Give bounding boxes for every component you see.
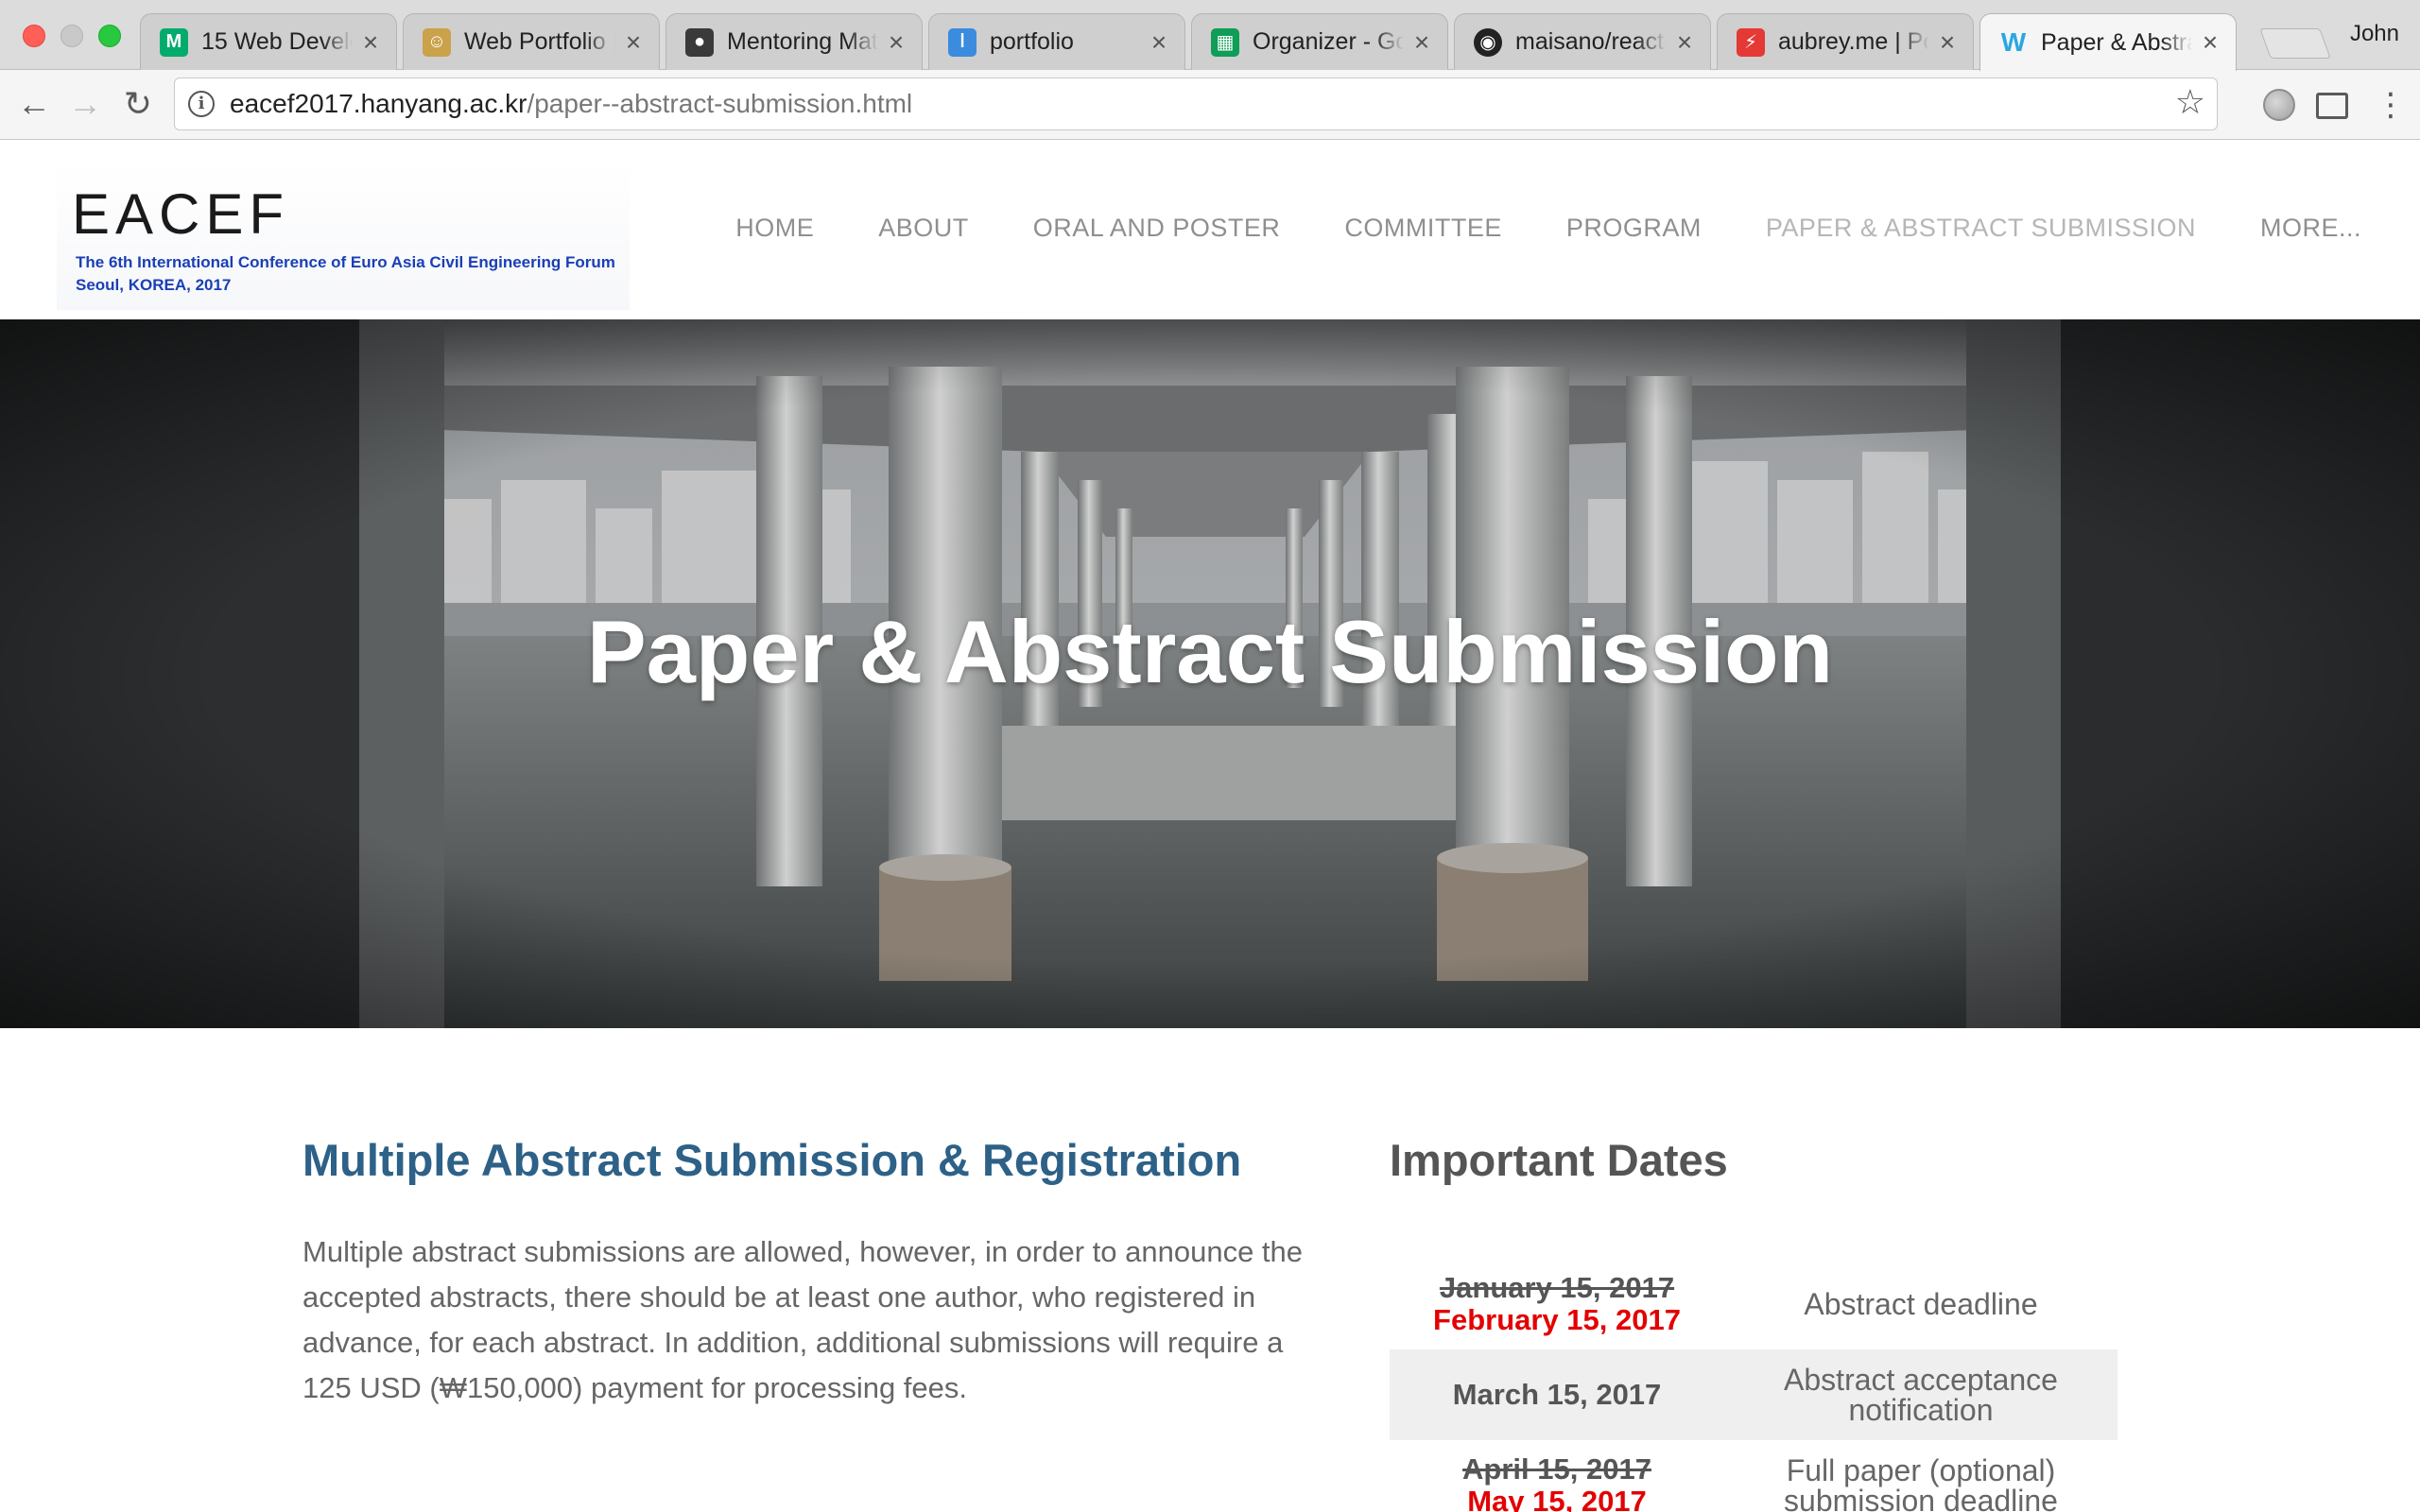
description-line: Abstract acceptance xyxy=(1784,1363,2058,1397)
description-line: notification xyxy=(1848,1393,1994,1427)
date-description: Full paper (optional) submission deadlin… xyxy=(1724,1455,2118,1512)
tab-title: portfolio xyxy=(990,28,1074,55)
tab-title: Web Portfolio | xyxy=(464,28,615,55)
logo-location: Seoul, KOREA, 2017 xyxy=(76,276,232,294)
close-tab-icon[interactable]: × xyxy=(884,27,908,58)
new-date: May 15, 2017 xyxy=(1467,1485,1647,1512)
date-description: Abstract acceptance notification xyxy=(1724,1365,2118,1425)
close-tab-icon[interactable]: × xyxy=(621,27,646,58)
dates-table: January 15, 2017 February 15, 2017 Abstr… xyxy=(1390,1259,2118,1512)
nav-paper-abstract-submission[interactable]: PAPER & ABSTRACT SUBMISSION xyxy=(1734,214,2228,243)
weebly-icon: W xyxy=(2000,27,2027,57)
site-header: EACEF The 6th International Conference o… xyxy=(0,140,2420,319)
close-tab-icon[interactable]: × xyxy=(1147,27,1171,58)
mentor-icon: ● xyxy=(685,27,714,57)
close-tab-icon[interactable]: × xyxy=(2198,27,2222,58)
tab-title: Organizer - Go xyxy=(1253,28,1404,55)
tab-title: maisano/react- xyxy=(1515,28,1667,55)
description-line: submission deadline xyxy=(1784,1484,2058,1512)
browser-tab[interactable]: M 15 Web Develo × xyxy=(140,13,397,70)
close-tab-icon[interactable]: × xyxy=(1409,27,1434,58)
new-date: February 15, 2017 xyxy=(1433,1303,1681,1336)
description-line: Abstract deadline xyxy=(1804,1287,2038,1321)
browser-tab[interactable]: ǀ portfolio × xyxy=(928,13,1185,70)
hero-title: Paper & Abstract Submission xyxy=(586,602,1834,701)
section-body: Multiple abstract submissions are allowe… xyxy=(302,1235,1304,1404)
nav-more[interactable]: MORE... xyxy=(2228,214,2361,243)
browser-tab[interactable]: ◉ maisano/react- × xyxy=(1454,13,1711,70)
nav-committee[interactable]: COMMITTEE xyxy=(1312,214,1534,243)
maximize-window-button[interactable] xyxy=(98,25,121,47)
important-dates-heading: Important Dates xyxy=(1390,1135,1728,1185)
sheets-icon: ▦ xyxy=(1211,27,1239,57)
tab-title: Paper & Abstra xyxy=(2041,28,2192,56)
close-tab-icon[interactable]: × xyxy=(1672,27,1697,58)
section-heading: Multiple Abstract Submission & Registrat… xyxy=(302,1135,1242,1185)
github-icon: ◉ xyxy=(1474,27,1502,57)
date-cell: March 15, 2017 xyxy=(1390,1379,1724,1411)
important-dates-section: Important Dates January 15, 2017 Februar… xyxy=(1390,1134,2118,1512)
main-nav: HOME ABOUT ORAL AND POSTER COMMITTEE PRO… xyxy=(703,214,2361,243)
submission-info-section: Multiple Abstract Submission & Registrat… xyxy=(302,1134,1333,1411)
info-icon[interactable]: i xyxy=(188,91,215,117)
reload-icon[interactable]: ↻ xyxy=(117,83,159,125)
old-date: January 15, 2017 xyxy=(1439,1271,1675,1304)
medium-icon: M xyxy=(160,27,188,57)
browser-tab[interactable]: ● Mentoring Mat × xyxy=(666,13,923,70)
logo-wordmark: EACEF xyxy=(72,182,290,246)
description-line: Full paper (optional) xyxy=(1786,1453,2056,1487)
browser-tab[interactable]: ▦ Organizer - Go × xyxy=(1191,13,1448,70)
hero-banner: Paper & Abstract Submission xyxy=(0,319,2420,1028)
browser-tab[interactable]: ⚡ aubrey.me | Po × xyxy=(1717,13,1974,70)
date-row: January 15, 2017 February 15, 2017 Abstr… xyxy=(1390,1259,2118,1349)
profile-name[interactable]: John xyxy=(2350,21,2399,47)
back-icon[interactable]: ← xyxy=(13,83,55,125)
address-bar[interactable]: i eacef2017.hanyang.ac.kr/paper--abstrac… xyxy=(174,77,2218,130)
nav-home[interactable]: HOME xyxy=(703,214,846,243)
tab-title: aubrey.me | Po xyxy=(1778,28,1929,55)
minimize-window-button[interactable] xyxy=(60,25,83,47)
close-tab-icon[interactable]: × xyxy=(358,27,383,58)
date-row: March 15, 2017 Abstract acceptance notif… xyxy=(1390,1349,2118,1440)
site-logo[interactable]: EACEF The 6th International Conference o… xyxy=(57,163,630,310)
old-date: April 15, 2017 xyxy=(1462,1452,1651,1486)
date-description: Abstract deadline xyxy=(1724,1289,2118,1319)
new-tab-button[interactable] xyxy=(2259,28,2331,59)
cast-icon[interactable] xyxy=(2316,93,2348,119)
nav-oral-and-poster[interactable]: ORAL AND POSTER xyxy=(1001,214,1313,243)
thermometer-icon: ǀ xyxy=(948,27,977,57)
date-row: April 15, 2017 May 15, 2017 Full paper (… xyxy=(1390,1440,2118,1512)
date-cell: April 15, 2017 May 15, 2017 xyxy=(1390,1453,1724,1512)
menu-dots-icon[interactable]: ⋮ xyxy=(2375,89,2407,121)
browser-tab-active[interactable]: W Paper & Abstra × xyxy=(1979,13,2237,71)
date-cell: January 15, 2017 February 15, 2017 xyxy=(1390,1272,1724,1336)
nav-about[interactable]: ABOUT xyxy=(846,214,1001,243)
nav-program[interactable]: PROGRAM xyxy=(1534,214,1734,243)
close-window-button[interactable] xyxy=(23,25,45,47)
bookmark-star-icon[interactable]: ☆ xyxy=(2175,82,2205,122)
tab-title: 15 Web Develo xyxy=(201,28,353,55)
logo-subtitle: The 6th International Conference of Euro… xyxy=(76,253,615,271)
close-tab-icon[interactable]: × xyxy=(1935,27,1960,58)
url-text: eacef2017.hanyang.ac.kr/paper--abstract-… xyxy=(230,89,913,118)
aubrey-icon: ⚡ xyxy=(1737,27,1765,57)
browser-tab-strip: M 15 Web Develo × ☺ Web Portfolio | × ● … xyxy=(0,0,2420,71)
globe-extension-icon[interactable] xyxy=(2263,89,2295,121)
date-value: March 15, 2017 xyxy=(1452,1378,1662,1411)
browser-tab[interactable]: ☺ Web Portfolio | × xyxy=(403,13,660,70)
forward-icon[interactable]: → xyxy=(64,83,106,125)
tab-title: Mentoring Mat xyxy=(727,28,878,55)
browser-toolbar: ← → ↻ i eacef2017.hanyang.ac.kr/paper--a… xyxy=(0,70,2420,140)
avatar-icon: ☺ xyxy=(423,27,451,57)
